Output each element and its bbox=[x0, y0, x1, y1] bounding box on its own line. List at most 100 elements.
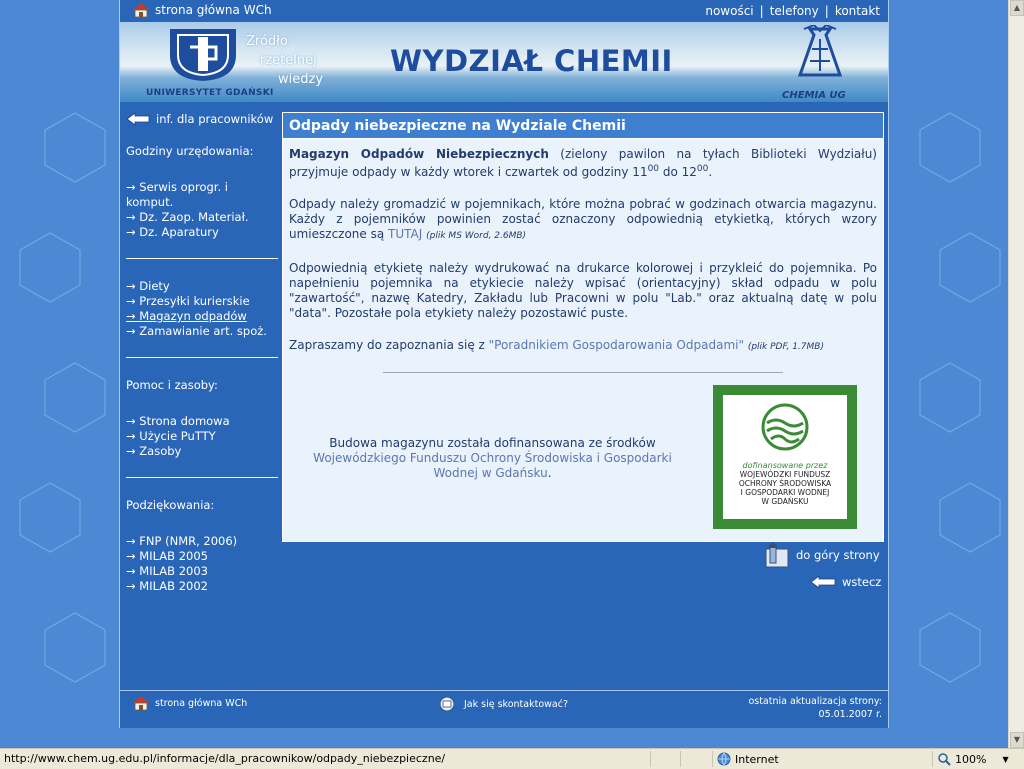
paragraph-hours: Magazyn Odpadów Niebezpiecznych (zielony… bbox=[289, 147, 877, 180]
last-update-label: ostatnia aktualizacja strony: bbox=[748, 696, 882, 707]
footer-contact-link[interactable]: Jak się skontaktować? bbox=[438, 696, 568, 712]
nav-item-supply[interactable]: → Dz. Zaop. Materiał. bbox=[126, 210, 278, 225]
fund-emblem-icon bbox=[761, 403, 809, 451]
last-update: ostatnia aktualizacja strony: 05.01.2007… bbox=[748, 695, 882, 721]
status-cell bbox=[650, 751, 677, 767]
main-content: Odpady niebezpieczne na Wydziale Chemii … bbox=[282, 112, 884, 542]
last-update-date: 05.01.2007 r. bbox=[818, 709, 882, 720]
fund-link[interactable]: Wojewódzkiego Funduszu Ochrony Środowisk… bbox=[313, 451, 672, 480]
nav-item-milab-2005[interactable]: → MILAB 2005 bbox=[126, 549, 278, 564]
hours-end: . bbox=[708, 165, 713, 179]
globe-icon bbox=[717, 752, 731, 766]
left-navigation: inf. dla pracowników Godziny urzędowania… bbox=[126, 112, 278, 594]
magnifier-icon bbox=[938, 753, 951, 766]
fund-logo[interactable]: dofinansowane przez WOJEWÓDZKI FUNDUSZ O… bbox=[713, 385, 857, 529]
chemistry-logo-icon[interactable] bbox=[780, 25, 860, 83]
nav-group-4: → FNP (NMR, 2006) → MILAB 2005 → MILAB 2… bbox=[126, 534, 278, 594]
page-title: Odpady niebezpieczne na Wydziale Chemii bbox=[283, 113, 883, 139]
templates-file-info: (plik MS Word, 2.6MB) bbox=[426, 231, 527, 241]
nav-item-milab-2003[interactable]: → MILAB 2003 bbox=[126, 564, 278, 579]
contact-link[interactable]: kontakt bbox=[835, 4, 880, 18]
back-to-staff-label: inf. dla pracowników bbox=[156, 112, 274, 126]
nav-item-milab-2002[interactable]: → MILAB 2002 bbox=[126, 579, 278, 594]
footer-home-label: strona główna WCh bbox=[155, 697, 248, 709]
fund-logo-inner: dofinansowane przez WOJEWÓDZKI FUNDUSZ O… bbox=[723, 395, 847, 519]
nav-item-courier[interactable]: → Przesyłki kurierskie bbox=[126, 294, 278, 309]
hour-sup-2: 00 bbox=[696, 164, 709, 174]
nav-item-apparatus[interactable]: → Dz. Aparatury bbox=[126, 225, 278, 240]
nav-divider bbox=[126, 477, 278, 478]
motto-line-3: wiedzy bbox=[278, 72, 324, 87]
containers-text: Odpady należy gromadzić w pojemnikach, k… bbox=[289, 197, 877, 241]
footer-contact-label: Jak się skontaktować? bbox=[464, 698, 568, 710]
acknowledgements-title: Podziękowania: bbox=[126, 498, 215, 512]
header-banner: UNIWERSYTET GDAŃSKI Źródło rzetelnej wie… bbox=[120, 22, 888, 102]
security-zone: Internet bbox=[712, 751, 932, 767]
status-cell bbox=[680, 751, 707, 767]
top-bar: strona główna WCh nowości | telefony | konta… bbox=[120, 0, 888, 22]
funding-text: Budowa magazynu została dofinansowana ze… bbox=[329, 436, 656, 450]
paragraph-containers: Odpady należy gromadzić w pojemnikach, k… bbox=[289, 197, 877, 244]
nav-item-putty[interactable]: → Użycie PuTTY bbox=[126, 429, 278, 444]
home-link[interactable]: strona główna WCh bbox=[132, 2, 272, 18]
zone-label: Internet bbox=[735, 752, 779, 766]
fund-logo-line-2: OCHRONY ŚRODOWISKA bbox=[738, 479, 832, 488]
scroll-up-icon[interactable]: ▲ bbox=[1010, 0, 1024, 16]
back-link-label: wstecz bbox=[842, 575, 882, 589]
nav-item-software-service[interactable]: → Serwis oprogr. i komput. bbox=[126, 180, 278, 210]
zoom-level: 100% bbox=[955, 752, 987, 766]
nav-group-2: → Diety → Przesyłki kurierskie → Magazyn… bbox=[126, 279, 278, 339]
content-body: Magazyn Odpadów Niebezpiecznych (zielony… bbox=[283, 139, 883, 355]
nav-item-diets[interactable]: → Diety bbox=[126, 279, 278, 294]
back-to-staff-info[interactable]: inf. dla pracowników bbox=[126, 112, 278, 126]
paragraph-guide: Zapraszamy do zapoznania się z "Poradnik… bbox=[289, 338, 877, 355]
footer-home-link[interactable]: strona główna WCh bbox=[132, 695, 247, 711]
home-link-label: strona główna WCh bbox=[155, 3, 272, 17]
content-divider bbox=[383, 372, 783, 373]
page-container: strona główna WCh nowości | telefony | konta… bbox=[119, 0, 889, 728]
help-resources-title: Pomoc i zasoby: bbox=[126, 378, 218, 392]
motto-line-2: rzetelnej bbox=[260, 53, 317, 68]
browser-scrollbar[interactable]: ▲ ▼ bbox=[1008, 0, 1024, 748]
guide-link[interactable]: "Poradnikiem Gospodarowania Odpadami" bbox=[489, 338, 744, 352]
chevron-down-icon[interactable]: ▼ bbox=[1002, 755, 1008, 764]
phones-link[interactable]: telefony bbox=[770, 4, 819, 18]
page-footer: strona główna WCh Jak się skontaktować? … bbox=[120, 690, 888, 729]
fund-logo-funded-by: dofinansowane przez bbox=[742, 461, 828, 470]
back-link[interactable]: wstecz bbox=[810, 575, 881, 589]
hour-sup: 00 bbox=[647, 164, 660, 174]
faculty-title: WYDZIAŁ CHEMII bbox=[390, 44, 673, 78]
arrow-left-icon bbox=[126, 112, 150, 126]
funding-note: Budowa magazynu została dofinansowana ze… bbox=[295, 436, 690, 481]
banner-motto: Źródło rzetelnej wiedzy bbox=[246, 32, 323, 89]
fund-logo-line-1: WOJEWÓDZKI FUNDUSZ bbox=[739, 470, 831, 479]
guide-file-info: (plik PDF, 1.7MB) bbox=[747, 342, 824, 352]
zoom-control[interactable]: 100% ▼ bbox=[932, 751, 1024, 767]
nav-item-homepage[interactable]: → Strona domowa bbox=[126, 414, 278, 429]
top-links: nowości | telefony | kontakt bbox=[705, 4, 880, 18]
contact-icon bbox=[439, 696, 455, 712]
templates-link[interactable]: TUTAJ bbox=[388, 227, 422, 241]
book-up-icon bbox=[765, 542, 789, 568]
nav-item-food-orders[interactable]: → Zamawianie art. spoż. bbox=[126, 324, 278, 339]
nav-group-3: → Strona domowa → Użycie PuTTY → Zasoby bbox=[126, 414, 278, 459]
news-link[interactable]: nowości bbox=[705, 4, 753, 18]
house-icon bbox=[133, 3, 149, 18]
fund-logo-line-4: W GDAŃSKU bbox=[761, 497, 809, 506]
nav-item-resources[interactable]: → Zasoby bbox=[126, 444, 278, 459]
nav-item-fnp[interactable]: → FNP (NMR, 2006) bbox=[126, 534, 278, 549]
fund-logo-line-3: I GOSPODARKI WODNEJ bbox=[740, 488, 830, 497]
house-icon bbox=[133, 696, 149, 711]
fund-logo-caption: dofinansowane przez WOJEWÓDZKI FUNDUSZ O… bbox=[723, 461, 847, 506]
scroll-down-icon[interactable]: ▼ bbox=[1010, 732, 1024, 748]
hours-text-2: do 12 bbox=[659, 165, 697, 179]
storage-name: Magazyn Odpadów Niebezpiecznych bbox=[289, 147, 549, 161]
office-hours-title: Godziny urzędowania: bbox=[126, 144, 254, 158]
university-logo-icon[interactable] bbox=[164, 25, 242, 83]
back-to-top-label: do góry strony bbox=[796, 548, 880, 562]
nav-divider bbox=[126, 258, 278, 259]
back-to-top-link[interactable]: do góry strony bbox=[760, 541, 880, 569]
motto-line-1: Źródło bbox=[246, 34, 288, 49]
nav-item-waste-storage[interactable]: → Magazyn odpadów bbox=[126, 309, 278, 324]
status-url: http://www.chem.ug.edu.pl/informacje/dla… bbox=[4, 752, 446, 765]
